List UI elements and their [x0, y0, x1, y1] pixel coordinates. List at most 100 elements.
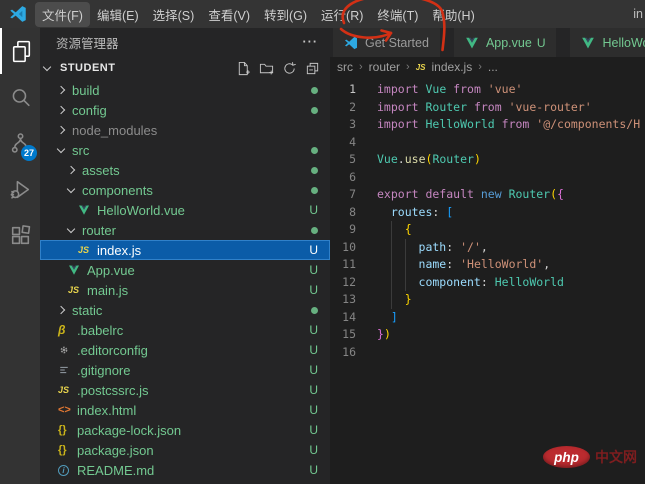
code-line-2: 2import Router from 'vue-router' — [330, 99, 645, 117]
code-text: import Router from 'vue-router' — [377, 99, 592, 117]
tree-item-static[interactable]: static — [40, 300, 330, 320]
indent-guide — [405, 239, 406, 292]
git-untracked-badge: U — [309, 423, 318, 437]
tree-item-label: README.md — [77, 463, 154, 478]
tree-item-label: App.vue — [87, 263, 135, 278]
extensions-icon[interactable] — [0, 212, 40, 258]
tab-get-started[interactable]: Get Started — [333, 28, 440, 57]
modified-dot — [311, 83, 318, 97]
code-line-11: 11 name: 'HelloWorld', — [330, 256, 645, 274]
tree-item-label: components — [82, 183, 153, 198]
js-icon: JS — [416, 63, 426, 72]
project-name: STUDENT — [60, 62, 115, 74]
collapse-all-icon[interactable] — [305, 61, 320, 76]
tree-item-label: .gitignore — [77, 363, 130, 378]
menu-item-8[interactable]: 帮助(H) — [425, 2, 481, 27]
info-icon: i — [58, 465, 77, 476]
menu-item-7[interactable]: 终端(T) — [370, 2, 425, 27]
tree-item-node_modules[interactable]: node_modules — [40, 120, 330, 140]
tree-item-router[interactable]: router — [40, 220, 330, 240]
breadcrumb-item-src[interactable]: src — [337, 60, 353, 74]
code-line-3: 3import HelloWorld from '@/components/H — [330, 116, 645, 134]
run-debug-icon[interactable] — [0, 166, 40, 212]
editor-area: Get StartedApp.vueUHelloWorld.vu src›rou… — [330, 28, 645, 484]
watermark: php 中文网 — [543, 446, 637, 468]
tree-item-README.md[interactable]: iREADME.mdU — [40, 460, 330, 480]
tab-modified-badge: U — [537, 36, 546, 50]
tree-item-.postcssrc.js[interactable]: JS.postcssrc.jsU — [40, 380, 330, 400]
json-icon: {} — [58, 424, 77, 436]
git-untracked-badge: U — [309, 243, 318, 257]
tree-item-label: main.js — [87, 283, 128, 298]
tree-item-.babelrc[interactable]: β.babelrcU — [40, 320, 330, 340]
line-number: 1 — [330, 81, 356, 99]
git-untracked-badge: U — [309, 343, 318, 357]
tree-item-package.json[interactable]: {}package.jsonU — [40, 440, 330, 460]
chevron-down-icon — [67, 184, 75, 192]
babel-icon: β — [58, 323, 77, 337]
breadcrumb-item-router[interactable]: router — [369, 60, 400, 74]
git-untracked-badge: U — [309, 383, 318, 397]
explorer-icon[interactable] — [0, 28, 40, 74]
new-folder-icon[interactable] — [259, 61, 274, 76]
tree-item-index.js[interactable]: JSindex.jsU — [40, 240, 330, 260]
more-actions-icon[interactable]: ··· — [303, 35, 319, 49]
line-number: 15 — [330, 326, 356, 344]
html-icon: <> — [58, 404, 77, 416]
vue-icon — [68, 264, 87, 276]
tree-item-label: index.js — [97, 243, 141, 258]
tab-label: HelloWorld.vu — [602, 36, 645, 50]
tree-item-main.js[interactable]: JSmain.jsU — [40, 280, 330, 300]
tree-item-config[interactable]: config — [40, 100, 330, 120]
tree-item-index.html[interactable]: <>index.htmlU — [40, 400, 330, 420]
code-editor[interactable]: 1import Vue from 'vue'2import Router fro… — [330, 77, 645, 484]
line-number: 13 — [330, 291, 356, 309]
json-icon: {} — [58, 444, 77, 456]
watermark-text: 中文网 — [595, 447, 637, 467]
activity-bar: 27 — [0, 28, 40, 484]
source-control-icon[interactable]: 27 — [0, 120, 40, 166]
new-file-icon[interactable] — [236, 61, 251, 76]
tree-item-src[interactable]: src — [40, 140, 330, 160]
breadcrumb-item-indexjs[interactable]: index.js — [432, 60, 473, 74]
menu-item-3[interactable]: 选择(S) — [146, 2, 202, 27]
tree-item-HelloWorld.vue[interactable]: HelloWorld.vueU — [40, 200, 330, 220]
tree-item-.gitignore[interactable]: .gitignoreU — [40, 360, 330, 380]
tree-item-assets[interactable]: assets — [40, 160, 330, 180]
explorer-sidebar: 资源管理器 ··· STUDENT buildconfignode_module… — [40, 28, 330, 484]
tab-app-vue[interactable]: App.vueU — [454, 28, 557, 57]
tree-item-label: index.html — [77, 403, 136, 418]
tree-item-build[interactable]: build — [40, 80, 330, 100]
search-icon[interactable] — [0, 74, 40, 120]
tree-item-.editorconfig[interactable]: .editorconfigU — [40, 340, 330, 360]
menu-item-6[interactable]: 运行(R) — [314, 2, 370, 27]
vue-icon — [78, 204, 97, 216]
menu-item-2[interactable]: 编辑(E) — [90, 2, 146, 27]
tree-item-components[interactable]: components — [40, 180, 330, 200]
breadcrumb[interactable]: src›router›JSindex.js›... — [330, 57, 645, 77]
line-number: 14 — [330, 309, 356, 327]
tree-item-label: config — [72, 103, 107, 118]
code-line-9: 9 { — [330, 221, 645, 239]
line-number: 3 — [330, 116, 356, 134]
vscode-logo-icon — [9, 5, 27, 23]
refresh-icon[interactable] — [282, 61, 297, 76]
chevron-right-icon — [57, 306, 65, 314]
line-number: 6 — [330, 169, 356, 187]
project-section-header[interactable]: STUDENT — [40, 56, 330, 80]
menu-item-5[interactable]: 转到(G) — [257, 2, 314, 27]
menu-item-1[interactable]: 文件(F) — [35, 2, 90, 27]
vue-icon — [581, 36, 597, 50]
menu-item-4[interactable]: 查看(V) — [201, 2, 257, 27]
code-line-5: 5Vue.use(Router) — [330, 151, 645, 169]
tree-item-package-lock.json[interactable]: {}package-lock.jsonU — [40, 420, 330, 440]
tree-item-App.vue[interactable]: App.vueU — [40, 260, 330, 280]
tree-item-label: .postcssrc.js — [77, 383, 149, 398]
tab-helloworld-vu[interactable]: HelloWorld.vu — [570, 28, 645, 57]
line-number: 11 — [330, 256, 356, 274]
breadcrumb-item-[interactable]: ... — [488, 60, 498, 74]
tree-item-label: HelloWorld.vue — [97, 203, 185, 218]
gear-icon — [58, 344, 77, 356]
tree-item-label: .babelrc — [77, 323, 123, 338]
code-line-1: 1import Vue from 'vue' — [330, 81, 645, 99]
